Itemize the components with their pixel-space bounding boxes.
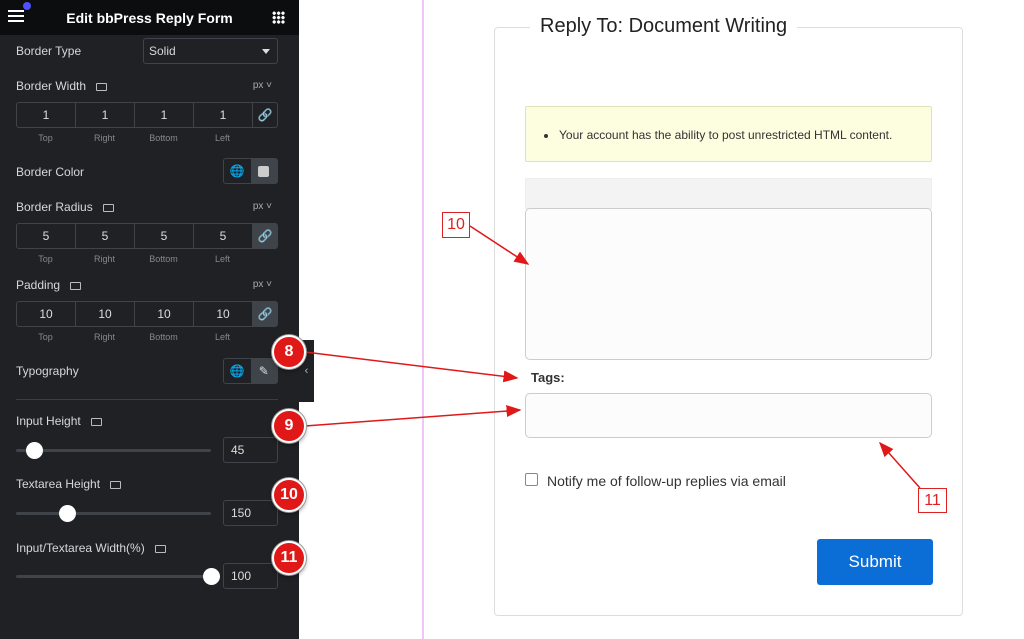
annotation-badge-8: 8 [272,335,306,369]
arrow-10 [469,225,530,265]
annotation-arrows [304,225,921,489]
annotation-box-10: 10 [442,212,470,238]
annotation-box-11: 11 [918,488,947,513]
arrow-8 [304,351,519,383]
annotation-badge-9: 9 [272,409,306,443]
arrow-9 [304,405,522,427]
annotation-badge-10: 10 [272,478,306,512]
annotation-badge-11: 11 [272,541,306,575]
arrow-11 [879,441,921,489]
